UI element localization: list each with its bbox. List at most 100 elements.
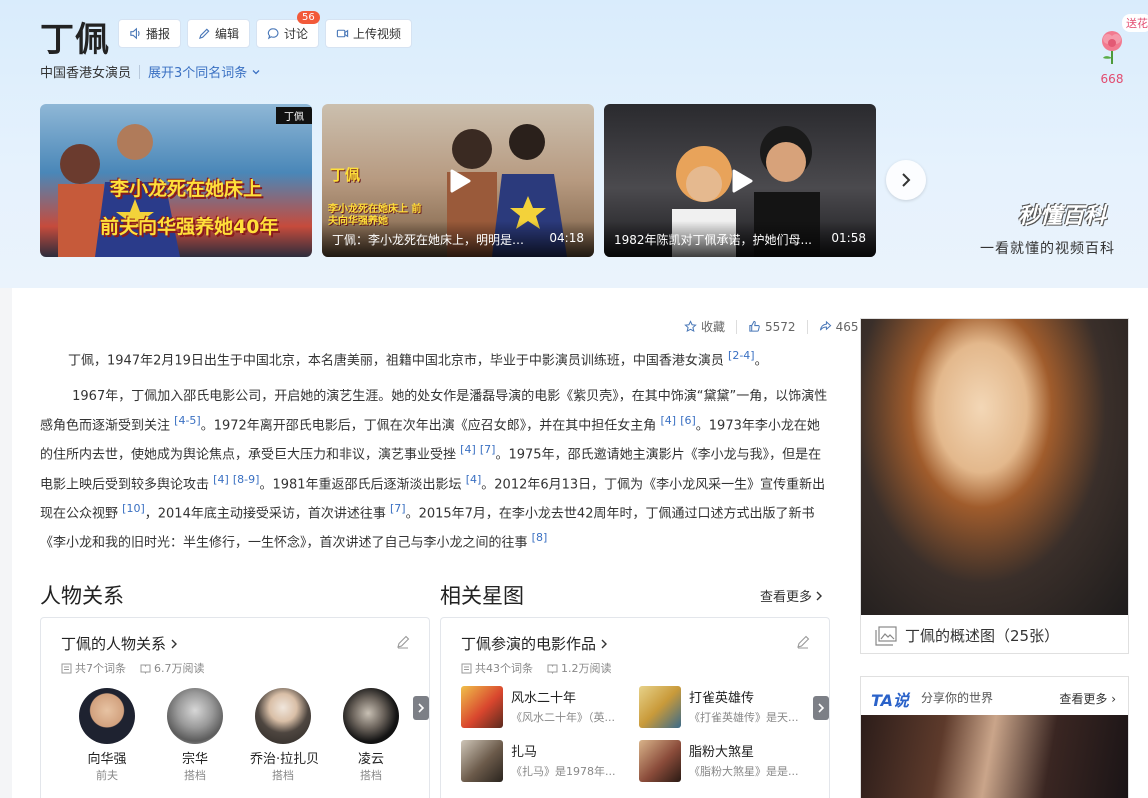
- discuss-count-badge: 56: [297, 11, 320, 24]
- homonym-link[interactable]: 展开3个同名词条: [148, 62, 247, 81]
- citation-link[interactable]: [6]: [680, 414, 696, 427]
- films-meta: 共43个词条 1.2万阅读: [461, 660, 612, 676]
- film-item[interactable]: 风水二十年 《风水二十年》（英...: [461, 686, 639, 728]
- relations-card-title-text: 丁佩的人物关系: [61, 635, 167, 653]
- citation-link[interactable]: [4]: [213, 473, 229, 486]
- relations-section-title: 人物关系: [40, 584, 124, 608]
- header-toolbar: 播报 编辑 讨论 56 上传视频: [118, 11, 413, 48]
- film-title: 打雀英雄传: [689, 691, 755, 706]
- film-poster: [639, 740, 681, 782]
- rose-icon: [1102, 31, 1122, 64]
- citation-link[interactable]: [4]: [460, 443, 476, 456]
- avatar: [79, 688, 135, 744]
- play-icon[interactable]: [441, 164, 475, 198]
- career-paragraph-text: ，2014年底主动接受采访，首次讲述往事: [144, 506, 386, 522]
- flower-count: 668: [1100, 72, 1124, 86]
- film-poster: [461, 686, 503, 728]
- header-banner: 丁佩 播报 编辑 讨论 56 上传视频 中国香港女演员 展开3个同名词条 送花: [0, 0, 1148, 288]
- relations-reads: 6.7万阅读: [154, 662, 205, 675]
- brand-logo: 秒懂百科: [1018, 203, 1107, 229]
- citation-link[interactable]: [4]: [660, 414, 676, 427]
- upload-video-button[interactable]: 上传视频: [325, 19, 413, 48]
- career-paragraph-text: 。1981年重返邵氏后逐渐淡出影坛: [259, 476, 462, 492]
- film-item[interactable]: 脂粉大煞星《脂粉大煞星》是是...: [639, 740, 809, 782]
- edit-icon[interactable]: [395, 634, 411, 650]
- subtitle-divider: [139, 64, 141, 79]
- film-desc: 《扎马》是1978年...: [511, 765, 616, 778]
- send-flower-widget[interactable]: 送花 668: [1092, 14, 1148, 86]
- people-list: 向华强 前夫 宗华 搭档 乔治·拉扎贝 搭档 凌云 搭档: [74, 688, 404, 783]
- citation-link[interactable]: [4-5]: [174, 414, 201, 427]
- relations-card-title[interactable]: 丁佩的人物关系: [61, 633, 179, 654]
- action-divider: [806, 319, 808, 334]
- like-count: 5572: [765, 319, 796, 334]
- films-reads: 1.2万阅读: [561, 662, 612, 675]
- ta-preview-image[interactable]: [861, 715, 1128, 798]
- career-paragraph: 1967年，丁佩加入邵氏电影公司，开启她的演艺生涯。她的处女作是潘磊导演的电影《…: [40, 385, 828, 556]
- stars-more-link[interactable]: 查看更多: [760, 586, 823, 605]
- citation-link[interactable]: [4]: [466, 473, 482, 486]
- summary-photo[interactable]: 丁佩的概述图（25张）: [860, 318, 1129, 654]
- video-title: 丁佩：李小龙死在她床上，明明是向...: [332, 233, 532, 247]
- person-item[interactable]: 宗华 搭档: [162, 688, 228, 783]
- film-desc: 《脂粉大煞星》是是...: [689, 765, 799, 778]
- film-title: 扎马: [511, 745, 538, 760]
- citation-link[interactable]: [8]: [532, 531, 548, 544]
- ta-logo: TA说: [871, 691, 910, 710]
- share-icon: [819, 320, 831, 331]
- people-next-button[interactable]: [413, 696, 429, 720]
- film-title: 脂粉大煞星: [689, 745, 755, 760]
- speaker-icon: [130, 27, 140, 40]
- upload-video-label: 上传视频: [353, 27, 402, 41]
- video-card[interactable]: 丁佩 李小龙死在她床上 前夫向华强养她 丁佩：李小龙死在她床上，明明是向... …: [322, 104, 594, 257]
- stars-section-title: 相关星图: [440, 584, 524, 608]
- edit-button[interactable]: 编辑: [187, 19, 251, 48]
- like-button[interactable]: 5572: [748, 320, 796, 334]
- brand-slogan: 一看就懂的视频百科: [980, 241, 1115, 257]
- book-icon: [547, 664, 558, 674]
- films-next-button[interactable]: [813, 696, 829, 720]
- citation-link[interactable]: [10]: [122, 502, 145, 515]
- discuss-button[interactable]: 讨论 56: [256, 11, 320, 48]
- citation-link[interactable]: [7]: [480, 443, 496, 456]
- edit-icon[interactable]: [795, 634, 811, 650]
- share-button[interactable]: 465: [819, 320, 858, 334]
- play-icon[interactable]: [723, 164, 757, 198]
- video-card[interactable]: 丁佩 李小龙死在她床上 前夫向华强养她40年: [40, 104, 312, 257]
- favorite-button[interactable]: 收藏: [684, 318, 725, 335]
- film-poster: [639, 686, 681, 728]
- video-title: 1982年陈凯对丁佩承诺，护她们母...: [614, 233, 812, 247]
- book-icon: [140, 664, 151, 674]
- person-item[interactable]: 向华强 前夫: [74, 688, 140, 783]
- film-item[interactable]: 打雀英雄传 《打雀英雄传》是天...: [639, 686, 809, 728]
- video-caption-bottom: 前夫向华强养她40年: [100, 216, 279, 238]
- thumbs-up-icon: [749, 320, 760, 332]
- chevron-right-icon: [418, 703, 425, 713]
- video-icon: [336, 29, 349, 38]
- video-caption-bar: 丁佩：李小龙死在她床上，明明是向... 04:18: [322, 221, 594, 257]
- film-poster: [461, 740, 503, 782]
- subtitle-row: 中国香港女演员 展开3个同名词条: [40, 62, 262, 81]
- citation-link[interactable]: [7]: [390, 502, 406, 515]
- video-card[interactable]: 1982年陈凯对丁佩承诺，护她们母... 01:58: [604, 104, 876, 257]
- video-duration: 01:58: [831, 231, 866, 245]
- stars-more-label: 查看更多: [760, 590, 813, 605]
- carousel-next-button[interactable]: [886, 160, 926, 200]
- video-caption-top: 李小龙死在她床上: [110, 178, 263, 200]
- films-entries: 共43个词条: [475, 662, 533, 675]
- person-name: 凌云: [357, 752, 384, 767]
- person-item[interactable]: 凌云 搭档: [338, 688, 404, 783]
- intro-paragraph: 丁佩，1947年2月19日出生于中国北京，本名唐美丽，祖籍中国北京市，毕业于中影…: [68, 349, 768, 369]
- citation-link[interactable]: [8-9]: [233, 473, 260, 486]
- citation-link[interactable]: [2-4]: [728, 349, 755, 362]
- broadcast-button[interactable]: 播报: [118, 19, 182, 48]
- action-divider: [736, 319, 738, 334]
- film-item[interactable]: 扎马《扎马》是1978年...: [461, 740, 639, 782]
- ta-more-link[interactable]: 查看更多 ›: [1059, 690, 1116, 707]
- films-list: 风水二十年 《风水二十年》（英... 打雀英雄传 《打雀英雄传》是天... 扎马《扎…: [461, 686, 811, 782]
- chevron-right-icon: [816, 591, 823, 600]
- films-card-title[interactable]: 丁佩参演的电影作品: [461, 633, 609, 654]
- ta-more-label: 查看更多: [1059, 692, 1108, 706]
- person-name: 宗华: [181, 752, 208, 767]
- person-item[interactable]: 乔治·拉扎贝 搭档: [250, 688, 319, 783]
